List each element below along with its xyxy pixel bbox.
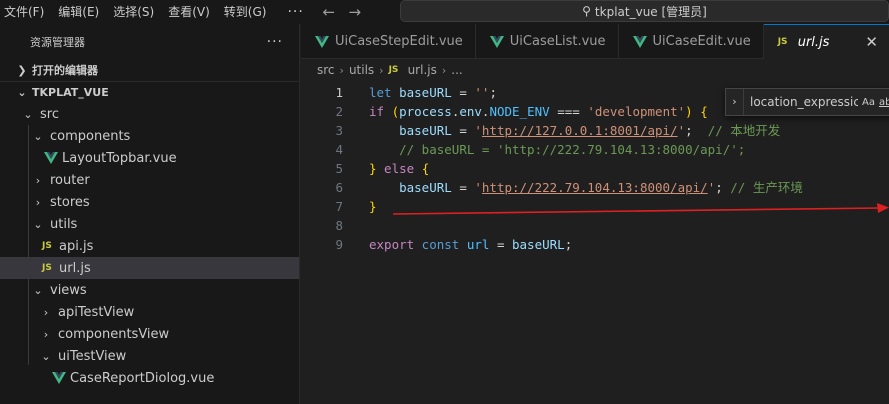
command-center[interactable]: ⚲ tkplat_vue [管理员] xyxy=(400,0,889,22)
chevron-down-icon: ⌄ xyxy=(17,86,27,99)
arrow-left-icon[interactable]: ← xyxy=(316,3,342,21)
tree-file-url-js[interactable]: JS url.js xyxy=(0,257,299,279)
tab-uicaseedit[interactable]: UiCaseEdit.vue xyxy=(619,24,764,59)
title-bar: 文件(F) 编辑(E) 选择(S) 查看(V) 转到(G) ··· ← → ⚲ … xyxy=(0,0,889,24)
js-file-icon: JS xyxy=(388,65,399,75)
tree-folder-utils[interactable]: ⌄ utils xyxy=(0,213,299,235)
chevron-right-icon: ❯ xyxy=(17,63,27,77)
tree-folder-componentsview[interactable]: › componentsView xyxy=(0,323,299,345)
chevron-right-icon: › xyxy=(43,327,49,341)
tree-file-layouttopbar[interactable]: LayoutTopbar.vue xyxy=(0,147,299,169)
command-center-label: tkplat_vue [管理员] xyxy=(594,4,707,19)
menu-go[interactable]: 转到(G) xyxy=(217,0,274,24)
menu-file[interactable]: 文件(F) xyxy=(0,0,51,24)
line-number: 6 xyxy=(335,180,343,195)
code-line: 6 baseURL = 'http://222.79.104.13:8000/a… xyxy=(301,178,889,197)
menu-edit[interactable]: 编辑(E) xyxy=(51,0,106,24)
tree-folder-components[interactable]: ⌄ components xyxy=(0,125,299,147)
explorer-header: 资源管理器 ··· xyxy=(0,24,299,59)
vue-file-icon xyxy=(52,372,66,384)
breadcrumb: src › utils › JS url.js › ... xyxy=(301,59,889,81)
tab-label: url.js xyxy=(797,34,830,50)
line-number: 9 xyxy=(335,237,343,252)
vue-file-icon xyxy=(489,35,504,48)
explorer-more-button[interactable]: ··· xyxy=(267,34,283,50)
chevron-right-icon: › xyxy=(43,305,49,319)
chevron-right-icon: › xyxy=(379,63,384,77)
js-file-icon: JS xyxy=(777,37,788,47)
tree-folder-src[interactable]: ⌄ src xyxy=(0,103,299,125)
line-number: 8 xyxy=(335,218,343,233)
line-number: 3 xyxy=(335,123,343,138)
chevron-right-icon: › xyxy=(339,63,344,77)
menu-more-button[interactable]: ··· xyxy=(273,4,311,20)
breadcrumb-utils[interactable]: utils xyxy=(349,63,374,77)
code-line: 9 export const url = baseURL; xyxy=(301,235,889,254)
match-case-toggle[interactable]: Aa xyxy=(862,97,875,108)
code-line: 3 baseURL = 'http://127.0.0.1:8001/api/'… xyxy=(301,121,889,140)
chevron-down-icon: ⌄ xyxy=(33,217,43,231)
tree-folder-views[interactable]: ⌄ views xyxy=(0,279,299,301)
editor-tabs: UiCaseStepEdit.vue UiCaseList.vue UiCase… xyxy=(301,24,889,59)
tab-label: UiCaseEdit.vue xyxy=(652,34,751,49)
tree-folder-router[interactable]: › router xyxy=(0,169,299,191)
line-number: 4 xyxy=(335,142,343,157)
chevron-right-icon: › xyxy=(441,63,447,77)
vue-file-icon xyxy=(315,35,329,48)
project-section[interactable]: ⌄ TKPLAT_VUE xyxy=(0,81,299,103)
tree-folder-apitestview[interactable]: › apiTestView xyxy=(0,301,299,323)
chevron-down-icon: ⌄ xyxy=(23,107,33,121)
project-label: TKPLAT_VUE xyxy=(32,86,109,99)
line-number: 5 xyxy=(335,161,343,176)
file-tree: ⌄ src ⌄ components LayoutTopbar.vue › ro… xyxy=(0,103,299,389)
explorer-sidebar: 资源管理器 ··· ❯ 打开的编辑器 ⌄ TKPLAT_VUE ⌄ src ⌄ … xyxy=(0,24,300,404)
chevron-right-icon: › xyxy=(35,195,41,209)
chevron-right-icon: › xyxy=(35,173,41,187)
chevron-down-icon: ⌄ xyxy=(41,349,51,363)
find-widget: › location_expressic Aa ab xyxy=(725,88,889,116)
close-icon[interactable]: ✕ xyxy=(865,33,878,51)
tree-file-casereport[interactable]: CaseReportDiolog.vue xyxy=(0,367,299,389)
js-file-icon: JS xyxy=(42,263,52,273)
breadcrumb-src[interactable]: src xyxy=(317,63,335,77)
search-icon: ⚲ xyxy=(582,4,591,18)
tab-uicaselist[interactable]: UiCaseList.vue xyxy=(476,24,619,59)
chevron-down-icon: ⌄ xyxy=(33,129,43,143)
menu-view[interactable]: 查看(V) xyxy=(161,0,217,24)
vue-file-icon xyxy=(44,152,58,164)
line-number: 1 xyxy=(335,85,343,100)
tree-folder-uitestview[interactable]: ⌄ uiTestView xyxy=(0,345,299,367)
tree-folder-stores[interactable]: › stores xyxy=(0,191,299,213)
chevron-right-icon[interactable]: › xyxy=(726,89,744,115)
tab-label: UiCaseStepEdit.vue xyxy=(335,34,463,49)
breadcrumb-more[interactable]: ... xyxy=(451,63,462,77)
code-line: 4 // baseURL = 'http://222.79.104.13:800… xyxy=(301,140,889,159)
line-number: 2 xyxy=(335,104,343,119)
open-editors-section[interactable]: ❯ 打开的编辑器 xyxy=(0,59,299,81)
annotation-arrow xyxy=(393,203,889,215)
js-file-icon: JS xyxy=(42,241,52,251)
find-input[interactable]: location_expressic xyxy=(750,95,858,109)
line-number: 7 xyxy=(335,199,343,214)
match-word-toggle[interactable]: ab xyxy=(879,97,889,108)
code-line: 5 } else { xyxy=(301,159,889,178)
tree-file-api-js[interactable]: JS api.js xyxy=(0,235,299,257)
chevron-down-icon: ⌄ xyxy=(33,283,43,297)
menu-selection[interactable]: 选择(S) xyxy=(106,0,161,24)
tab-url-js[interactable]: JS url.js ✕ xyxy=(763,24,889,59)
vue-file-icon xyxy=(632,35,647,48)
breadcrumb-file[interactable]: url.js xyxy=(408,63,437,77)
open-editors-label: 打开的编辑器 xyxy=(32,64,98,77)
arrow-right-icon[interactable]: → xyxy=(342,3,368,21)
explorer-title: 资源管理器 xyxy=(30,35,85,49)
tab-label: UiCaseList.vue xyxy=(509,34,606,49)
tab-uicasestepedit[interactable]: UiCaseStepEdit.vue xyxy=(301,24,476,59)
